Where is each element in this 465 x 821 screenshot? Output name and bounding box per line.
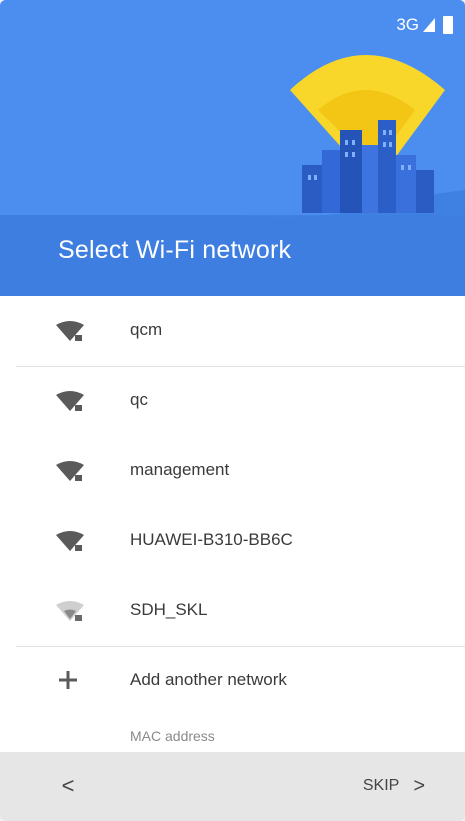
- add-network-label: Add another network: [130, 670, 287, 689]
- chevron-right-icon: >: [413, 774, 425, 797]
- building: [340, 130, 362, 213]
- network-ssid: qcm: [130, 320, 163, 339]
- mac-address-label: MAC address: [130, 728, 215, 744]
- wifi-locked-icon: [56, 461, 84, 481]
- building: [362, 145, 378, 213]
- chevron-left-icon: <: [61, 773, 75, 798]
- network-ssid: HUAWEI-B310-BB6C: [130, 530, 293, 549]
- status-bar: 3G: [396, 14, 453, 36]
- wifi-locked-icon: [56, 531, 84, 551]
- battery-icon: [443, 16, 453, 34]
- wifi-setup-screen: 3G Select Wi-Fi network qcm qc managemen…: [0, 0, 465, 821]
- add-network-button[interactable]: Add another network: [0, 646, 465, 718]
- building: [322, 150, 340, 213]
- network-ssid: qc: [130, 390, 148, 409]
- building: [396, 155, 416, 213]
- wifi-locked-icon: [56, 391, 84, 411]
- wifi-locked-icon: [56, 321, 84, 341]
- wifi-locked-icon: [56, 601, 84, 621]
- network-row-sdh-skl[interactable]: SDH_SKL: [0, 576, 465, 646]
- back-button[interactable]: <: [48, 766, 88, 806]
- building: [302, 165, 322, 213]
- network-row-huawei[interactable]: HUAWEI-B310-BB6C: [0, 506, 465, 576]
- building: [378, 120, 396, 213]
- header: 3G Select Wi-Fi network: [0, 0, 465, 296]
- signal-icon: [423, 18, 435, 32]
- network-row-qc[interactable]: qc: [0, 366, 465, 436]
- network-row-management[interactable]: management: [0, 436, 465, 506]
- skip-label: SKIP: [362, 777, 400, 794]
- page-title: Select Wi-Fi network: [58, 236, 292, 264]
- network-ssid: SDH_SKL: [130, 600, 208, 619]
- bottom-nav-bar: < SKIP >: [0, 752, 465, 821]
- network-row-qcm[interactable]: qcm: [0, 296, 465, 366]
- network-type-label: 3G: [396, 15, 419, 34]
- network-ssid: management: [130, 460, 230, 479]
- plus-icon: [59, 671, 77, 689]
- skip-button[interactable]: SKIP >: [363, 766, 425, 806]
- network-list: qcm qc management HUAWEI-B310-BB6C SDH_S…: [0, 296, 465, 646]
- building: [416, 170, 434, 213]
